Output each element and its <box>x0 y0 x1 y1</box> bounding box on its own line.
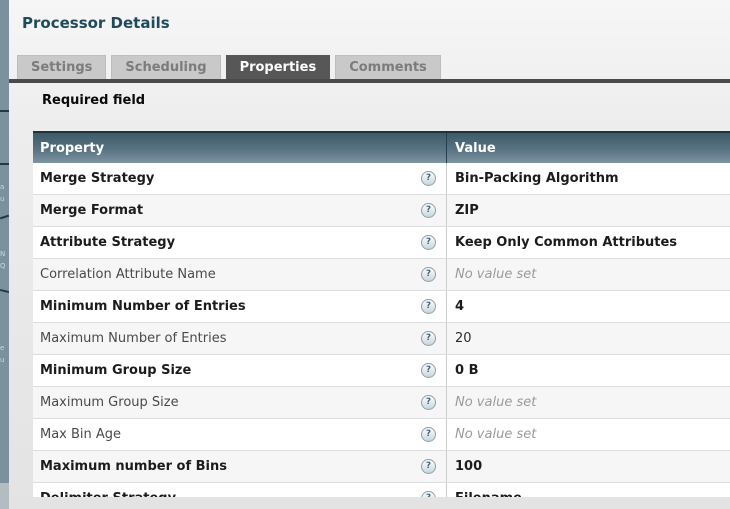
help-icon[interactable]: ? <box>421 491 436 497</box>
properties-table[interactable]: Property Value Merge Strategy? Bin-Packin… <box>33 131 730 497</box>
property-name: Merge Strategy <box>40 171 154 186</box>
table-row: Max Bin Age? No value set <box>33 419 730 451</box>
canvas-text-fragment: e <box>0 344 4 352</box>
table-row: Maximum Group Size? No value set <box>33 387 730 419</box>
help-icon[interactable]: ? <box>421 267 436 282</box>
property-name: Maximum Number of Entries <box>40 331 226 346</box>
value-cell: Filename <box>447 483 730 497</box>
help-icon[interactable]: ? <box>421 235 436 250</box>
property-cell: Maximum Number of Entries? <box>33 323 447 354</box>
property-value: 100 <box>455 459 482 474</box>
help-icon[interactable]: ? <box>421 331 436 346</box>
canvas-footer-edge <box>0 483 9 509</box>
dialog-title: Processor Details <box>22 14 170 32</box>
table-row: Minimum Number of Entries? 4 <box>33 291 730 323</box>
property-cell: Correlation Attribute Name? <box>33 259 447 290</box>
value-cell: Bin-Packing Algorithm <box>447 163 730 194</box>
processor-details-dialog: Processor Details SettingsSchedulingProp… <box>9 0 730 509</box>
property-value: 20 <box>455 331 472 346</box>
help-icon[interactable]: ? <box>421 299 436 314</box>
property-value: Bin-Packing Algorithm <box>455 171 619 186</box>
property-cell: Minimum Group Size? <box>33 355 447 386</box>
property-cell: Delimiter Strategy? <box>33 483 447 497</box>
table-row: Maximum number of Bins? 100 <box>33 451 730 483</box>
value-cell: No value set <box>447 419 730 450</box>
canvas-line <box>0 163 9 165</box>
value-cell: No value set <box>447 259 730 290</box>
table-row: Maximum Number of Entries? 20 <box>33 323 730 355</box>
property-value: Keep Only Common Attributes <box>455 235 677 250</box>
property-cell: Merge Format? <box>33 195 447 226</box>
help-icon[interactable]: ? <box>421 459 436 474</box>
property-value-empty: No value set <box>455 395 536 410</box>
property-value: 0 B <box>455 363 478 378</box>
tab-comments[interactable]: Comments <box>335 55 441 79</box>
tab-bar: SettingsSchedulingPropertiesComments <box>17 55 446 79</box>
tab-underline <box>9 79 730 83</box>
table-row: Correlation Attribute Name? No value set <box>33 259 730 291</box>
property-name: Attribute Strategy <box>40 235 175 250</box>
properties-table-body: Merge Strategy?Bin-Packing AlgorithmMerg… <box>33 163 730 497</box>
help-icon[interactable]: ? <box>421 203 436 218</box>
property-name: Merge Format <box>40 203 143 218</box>
property-value-empty: No value set <box>455 267 536 282</box>
help-icon[interactable]: ? <box>421 427 436 442</box>
canvas-text-fragment: u <box>0 356 4 364</box>
value-cell: ZIP <box>447 195 730 226</box>
property-name: Delimiter Strategy <box>40 491 176 497</box>
value-cell: 0 B <box>447 355 730 386</box>
background-canvas-edge: a u N Q e u <box>0 0 9 509</box>
value-cell: No value set <box>447 387 730 418</box>
value-cell: 100 <box>447 451 730 482</box>
property-cell: Merge Strategy? <box>33 163 447 194</box>
canvas-text-fragment: u <box>0 195 4 203</box>
canvas-line <box>0 110 9 112</box>
property-name: Max Bin Age <box>40 427 121 442</box>
table-row: Attribute Strategy? Keep Only Common Attr… <box>33 227 730 259</box>
help-icon[interactable]: ? <box>421 171 436 186</box>
property-cell: Max Bin Age? <box>33 419 447 450</box>
value-cell: 4 <box>447 291 730 322</box>
property-name: Maximum number of Bins <box>40 459 227 474</box>
tab-scheduling[interactable]: Scheduling <box>111 55 220 79</box>
property-name: Correlation Attribute Name <box>40 267 216 282</box>
table-row: Merge Strategy? Bin-Packing Algorithm <box>33 163 730 195</box>
property-value: ZIP <box>455 203 479 218</box>
required-field-label: Required field <box>42 93 145 108</box>
table-row: Minimum Group Size? 0 B <box>33 355 730 387</box>
value-cell: Keep Only Common Attributes <box>447 227 730 258</box>
properties-table-header: Property Value <box>33 131 730 163</box>
property-name: Maximum Group Size <box>40 395 179 410</box>
canvas-line <box>0 215 9 220</box>
property-cell: Minimum Number of Entries? <box>33 291 447 322</box>
column-header-property: Property <box>33 133 447 163</box>
canvas-text-fragment: a <box>0 183 4 191</box>
property-value: 4 <box>455 299 464 314</box>
property-cell: Maximum number of Bins? <box>33 451 447 482</box>
canvas-text-fragment: Q <box>0 262 6 270</box>
canvas-line <box>0 289 9 293</box>
property-cell: Maximum Group Size? <box>33 387 447 418</box>
property-cell: Attribute Strategy? <box>33 227 447 258</box>
tab-properties[interactable]: Properties <box>226 55 331 79</box>
canvas-text-fragment: N <box>0 250 5 258</box>
property-value-empty: No value set <box>455 427 536 442</box>
property-name: Minimum Number of Entries <box>40 299 246 314</box>
help-icon[interactable]: ? <box>421 363 436 378</box>
value-cell: 20 <box>447 323 730 354</box>
property-value: Filename <box>455 491 522 497</box>
property-name: Minimum Group Size <box>40 363 191 378</box>
tab-settings[interactable]: Settings <box>17 55 106 79</box>
column-header-value: Value <box>447 141 730 156</box>
table-row: Delimiter Strategy? Filename <box>33 483 730 497</box>
table-row: Merge Format? ZIP <box>33 195 730 227</box>
help-icon[interactable]: ? <box>421 395 436 410</box>
